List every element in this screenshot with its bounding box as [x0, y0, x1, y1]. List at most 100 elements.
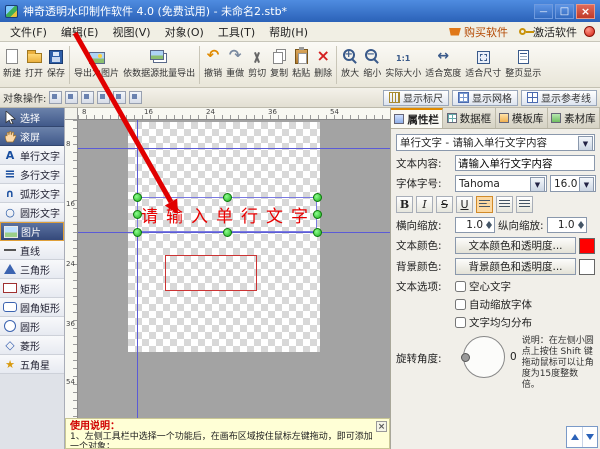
tool-diamond[interactable]: 菱形: [0, 336, 64, 355]
layer-op-icon[interactable]: [49, 91, 62, 104]
batch-export-button[interactable]: 依数据源批量导出: [121, 44, 197, 80]
tool-rectangle[interactable]: 矩形: [0, 279, 64, 298]
tool-circle-text[interactable]: 圆形文字: [0, 203, 64, 222]
minimize-button[interactable]: [534, 4, 553, 19]
scale-h-stepper[interactable]: 1.0: [455, 217, 495, 233]
zoom-in-button[interactable]: 放大: [339, 44, 361, 80]
buy-software-button[interactable]: 购买软件: [445, 23, 512, 41]
layer-op-icon[interactable]: [81, 91, 94, 104]
panel-scroll-up-button[interactable]: [567, 427, 582, 447]
selection-handle[interactable]: [133, 228, 142, 237]
fit-size-button[interactable]: 适合尺寸: [463, 44, 503, 80]
vertical-guide-line[interactable]: [137, 120, 138, 418]
zoom-out-icon: [365, 49, 377, 61]
font-size-dropdown[interactable]: 16.0: [550, 175, 596, 192]
tool-line[interactable]: 直线: [0, 241, 64, 260]
actual-size-button[interactable]: 实际大小: [383, 44, 423, 80]
bg-color-swatch[interactable]: [579, 259, 595, 275]
close-button[interactable]: [576, 4, 595, 19]
text-color-swatch[interactable]: [579, 238, 595, 254]
tab-materials[interactable]: 素材库: [548, 108, 600, 128]
full-page-button[interactable]: 整页显示: [503, 44, 543, 80]
selection-handle[interactable]: [313, 210, 322, 219]
work-area[interactable]: 请输入单行文字内容: [78, 120, 390, 418]
tool-pan[interactable]: 滚屏: [0, 127, 64, 146]
selection-handle[interactable]: [223, 228, 232, 237]
panel-scroll-down-button[interactable]: [582, 427, 597, 447]
rotation-dial[interactable]: [463, 336, 505, 378]
save-button[interactable]: 保存: [45, 44, 67, 80]
selection-handle[interactable]: [133, 210, 142, 219]
horizontal-guide-line[interactable]: [78, 148, 390, 149]
bold-button[interactable]: B: [396, 196, 413, 213]
checkbox-icon[interactable]: [455, 317, 466, 328]
paste-button[interactable]: 粘贴: [290, 44, 312, 80]
auto-scale-font-checkbox[interactable]: 自动缩放字体: [455, 297, 595, 312]
open-button[interactable]: 打开: [23, 44, 45, 80]
export-image-button[interactable]: 导出为图片: [72, 44, 121, 80]
bg-color-button[interactable]: 背景颜色和透明度...: [455, 258, 576, 275]
selected-text-object[interactable]: 请输入单行文字内容: [137, 197, 317, 232]
menu-help[interactable]: 帮助(H): [262, 22, 315, 42]
align-right-button[interactable]: [516, 196, 533, 213]
delete-button[interactable]: 删除: [312, 44, 334, 80]
activate-software-button[interactable]: 激活软件: [515, 23, 581, 41]
menu-edit[interactable]: 编辑(E): [54, 22, 106, 42]
font-family-dropdown[interactable]: Tahoma: [455, 175, 547, 192]
hollow-text-checkbox[interactable]: 空心文字: [455, 279, 595, 294]
text-color-button[interactable]: 文本颜色和透明度...: [455, 237, 576, 254]
tab-properties[interactable]: 属性栏: [391, 108, 443, 128]
redo-button[interactable]: 重做: [224, 44, 246, 80]
align-center-button[interactable]: [496, 196, 513, 213]
text-content-input[interactable]: [455, 155, 595, 171]
selection-handle[interactable]: [313, 193, 322, 202]
help-close-icon[interactable]: [376, 421, 387, 432]
layer-op-icon[interactable]: [65, 91, 78, 104]
rectangle-object[interactable]: [165, 255, 257, 291]
selection-handle[interactable]: [223, 193, 232, 202]
document-transparency-canvas[interactable]: [128, 122, 320, 352]
selection-handle[interactable]: [313, 228, 322, 237]
italic-button[interactable]: I: [416, 196, 433, 213]
checkbox-icon[interactable]: [455, 299, 466, 310]
menu-view[interactable]: 视图(V): [105, 22, 157, 42]
zoom-out-button[interactable]: 缩小: [361, 44, 383, 80]
layer-op-icon[interactable]: [113, 91, 126, 104]
layer-op-icon[interactable]: [129, 91, 142, 104]
object-selector-dropdown[interactable]: 单行文字 - 请输入单行文字内容: [396, 134, 595, 151]
align-left-button[interactable]: [476, 196, 493, 213]
menu-object[interactable]: 对象(O): [158, 22, 211, 42]
checkbox-icon[interactable]: [455, 281, 466, 292]
show-ruler-toggle[interactable]: 显示标尺: [383, 90, 449, 106]
scale-v-stepper[interactable]: 1.0: [547, 217, 587, 233]
undo-button[interactable]: 撤销: [202, 44, 224, 80]
tool-multi-line-text[interactable]: 多行文字: [0, 165, 64, 184]
show-guides-toggle[interactable]: 显示参考线: [521, 90, 597, 106]
tab-templates[interactable]: 模板库: [496, 108, 548, 128]
menu-tools[interactable]: 工具(T): [211, 22, 262, 42]
tool-image[interactable]: 图片: [0, 222, 64, 241]
selection-handle[interactable]: [133, 193, 142, 202]
menu-file[interactable]: 文件(F): [3, 22, 54, 42]
tool-single-line-text[interactable]: 单行文字: [0, 146, 64, 165]
tool-circle[interactable]: 圆形: [0, 317, 64, 336]
copy-button[interactable]: 复制: [268, 44, 290, 80]
tab-data[interactable]: 数据框: [443, 108, 495, 128]
tool-triangle[interactable]: 三角形: [0, 260, 64, 279]
fit-width-button[interactable]: 适合宽度: [423, 44, 463, 80]
tool-select[interactable]: 选择: [0, 108, 64, 127]
new-button[interactable]: 新建: [1, 44, 23, 80]
ruler-corner: [65, 108, 78, 120]
horizontal-guide-line[interactable]: [78, 232, 390, 233]
strikethrough-button[interactable]: S: [436, 196, 453, 213]
cut-button[interactable]: 剪切: [246, 44, 268, 80]
show-grid-toggle[interactable]: 显示网格: [452, 90, 518, 106]
tool-rounded-rectangle[interactable]: 圆角矩形: [0, 298, 64, 317]
layer-op-icon[interactable]: [97, 91, 110, 104]
text-object-content[interactable]: 请输入单行文字内容: [138, 202, 317, 227]
underline-button[interactable]: U: [456, 196, 473, 213]
tool-star[interactable]: 五角星: [0, 355, 64, 374]
maximize-button[interactable]: [555, 4, 574, 19]
even-distribute-checkbox[interactable]: 文字均匀分布: [455, 315, 595, 330]
tool-arc-text[interactable]: 弧形文字: [0, 184, 64, 203]
